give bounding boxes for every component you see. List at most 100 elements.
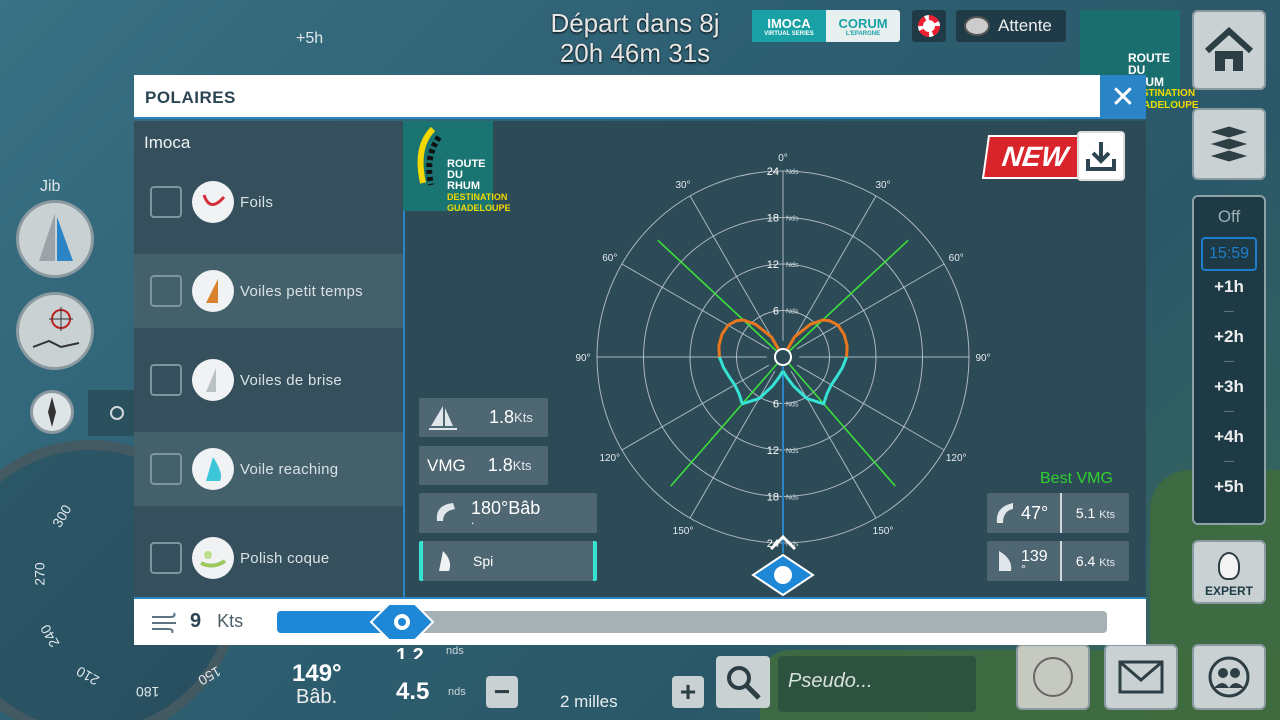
polar-curve-downwind — [781, 356, 848, 406]
radial-tick-label: 6 — [773, 306, 779, 318]
hull-polish-icon — [192, 537, 234, 579]
corum-sub: L'EPARGNE — [845, 30, 881, 37]
spi-sail-icon — [439, 551, 451, 571]
expert-label: EXPERT — [1204, 584, 1253, 598]
heavy-sails-icon — [192, 359, 234, 401]
checkbox[interactable] — [150, 364, 182, 396]
option-heavy-sails[interactable]: Voiles de brise — [134, 343, 404, 417]
option-light-sails[interactable]: Voiles petit temps — [134, 254, 404, 328]
foils-icon — [192, 181, 234, 223]
sail-icon — [39, 213, 73, 261]
envelope-icon — [1118, 660, 1164, 694]
sun-button[interactable] — [88, 390, 134, 436]
imoca-label: IMOCA — [767, 15, 811, 31]
twa-icon — [436, 503, 455, 521]
radial-unit-label: Nds — [786, 309, 799, 316]
best-vmg-unit: Kts — [1099, 557, 1116, 569]
best-vmg-downwind: 139 ° 6.4 Kts — [987, 541, 1129, 581]
time-off[interactable]: Off — [1218, 207, 1240, 231]
checkbox[interactable] — [150, 275, 182, 307]
lifebuoy-button[interactable] — [912, 10, 946, 42]
angle-label: 150° — [873, 526, 894, 537]
hourglass-icon — [964, 16, 990, 36]
time-option[interactable]: +1h — [1214, 277, 1244, 301]
checkbox[interactable] — [150, 453, 182, 485]
zoom-in-button[interactable]: + — [672, 676, 704, 708]
home-button[interactable] — [1192, 10, 1266, 90]
radial-unit-label: Nds — [786, 448, 799, 455]
wind-icon — [152, 612, 176, 633]
option-label: Voile reaching — [240, 460, 339, 478]
close-button[interactable]: ✕ — [1100, 75, 1146, 119]
best-vmg-line — [782, 356, 896, 487]
compass-label: 240 — [36, 621, 63, 651]
checkbox[interactable] — [150, 186, 182, 218]
wind-speed-readout: 4.5 — [396, 678, 429, 706]
time-option[interactable]: +2h — [1214, 327, 1244, 351]
option-hull-polish[interactable]: Polish coque — [134, 521, 404, 595]
search-button[interactable] — [716, 656, 770, 708]
radial-unit-label: Nds — [786, 495, 799, 502]
slider-handle[interactable] — [369, 601, 435, 643]
best-vmg-unit: Kts — [1099, 509, 1116, 521]
time-divider: — — [1224, 306, 1234, 317]
expert-button[interactable]: EXPERT — [1192, 540, 1266, 604]
angle-label: 60° — [602, 253, 617, 264]
angle-label: 0° — [778, 153, 788, 164]
time-option[interactable]: +5h — [1214, 477, 1244, 501]
option-reaching-sail[interactable]: Voile reaching — [134, 432, 404, 506]
vmg-label: VMG — [427, 455, 466, 475]
heading-side: Bâb. — [296, 686, 338, 708]
polar-spoke — [621, 364, 770, 451]
option-foils[interactable]: Foils — [134, 165, 404, 239]
polar-curve-downwind — [718, 356, 785, 406]
checkbox[interactable] — [150, 542, 182, 574]
route-button[interactable] — [1016, 644, 1090, 710]
wind-speed-footer: 9 Kts — [134, 597, 1146, 645]
sail-button[interactable] — [16, 200, 94, 278]
best-vmg-speed: 6.4 — [1075, 553, 1096, 569]
players-button[interactable] — [1192, 644, 1266, 710]
angle-label: 90° — [575, 353, 590, 364]
radial-unit-label: Nds — [786, 169, 799, 176]
polar-spoke — [621, 263, 770, 350]
sail-box[interactable]: Spi — [419, 541, 597, 581]
time-option[interactable]: +3h — [1214, 377, 1244, 401]
layers-icon — [1207, 125, 1251, 163]
countdown-line1: Départ dans 8j — [550, 8, 720, 38]
wind-unit: nds — [448, 686, 466, 698]
lifebuoy-icon — [918, 15, 940, 37]
map-scale: 2 milles — [560, 692, 618, 711]
sail-label: Jib — [40, 178, 61, 195]
radial-unit-label: Nds — [786, 402, 799, 409]
best-vmg-angle-sub: ° — [1021, 562, 1026, 576]
autopilot-button[interactable] — [16, 292, 94, 370]
zoom-out-button[interactable]: − — [486, 676, 518, 708]
sponsor-badge[interactable]: IMOCA VIRTUAL SERIES CORUM L'EPARGNE — [752, 10, 900, 42]
corum-label: CORUM — [838, 15, 888, 31]
time-selector[interactable]: Off 15:59 +1h — +2h — +3h — +4h — +5h — [1192, 195, 1266, 525]
compass-label: 180 — [136, 684, 160, 700]
compass-button[interactable] — [30, 390, 74, 434]
compass-label: 300 — [48, 501, 75, 531]
sail-value: Spi — [473, 553, 494, 569]
best-vmg-line — [670, 356, 784, 487]
time-current[interactable]: 15:59 — [1201, 237, 1257, 271]
best-vmg-label: Best VMG — [1040, 470, 1113, 487]
option-label: Voiles de brise — [240, 371, 343, 389]
option-label: Polish coque — [240, 549, 330, 567]
messages-button[interactable] — [1104, 644, 1178, 710]
polar-spoke — [790, 370, 877, 519]
status-button[interactable]: Attente — [956, 10, 1066, 42]
speed-unit: nds — [446, 645, 464, 655]
angle-label: 120° — [946, 453, 967, 464]
pseudo-input[interactable]: Pseudo... — [778, 656, 976, 712]
layers-button[interactable] — [1192, 108, 1266, 180]
boat-speed-value: 1.8 — [489, 407, 515, 427]
wind-speed-slider[interactable] — [277, 603, 1107, 641]
home-icon — [1204, 27, 1254, 71]
compass-label: 210 — [73, 663, 102, 689]
radial-unit-label: Nds — [786, 262, 799, 269]
radial-unit-label: Nds — [786, 216, 799, 223]
time-option[interactable]: +4h — [1214, 427, 1244, 451]
